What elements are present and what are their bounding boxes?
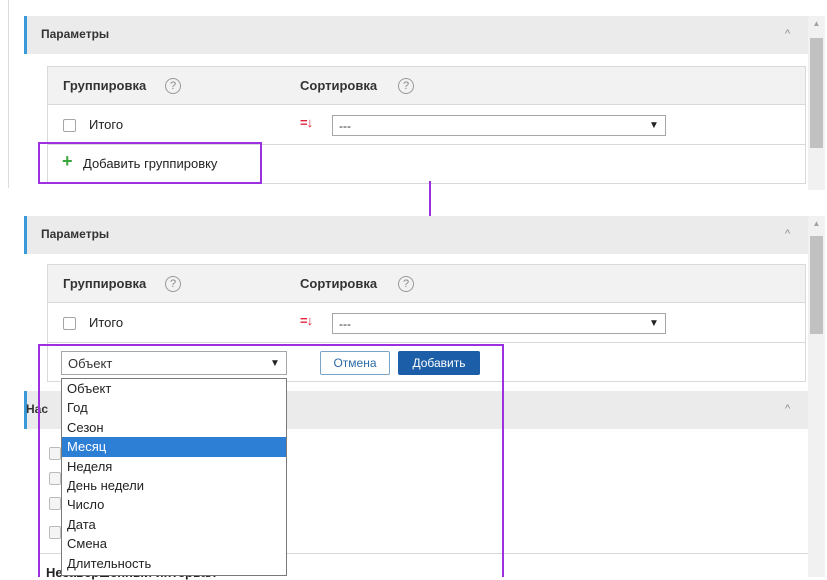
scroll-up-arrow-icon[interactable]: ▲ (808, 219, 825, 228)
help-icon[interactable]: ? (398, 276, 414, 292)
chevron-up-icon[interactable]: ^ (785, 403, 790, 415)
bottom-sorting-header: Сортировка (300, 276, 378, 291)
top-table-header: Группировка ? Сортировка ? (48, 67, 805, 105)
grouping-type-select[interactable]: Объект ▼ (61, 351, 287, 375)
sort-order-icon[interactable]: =↓ (300, 313, 313, 328)
grouping-type-select-value: Объект (68, 356, 113, 371)
top-sort-select-value: --- (339, 119, 351, 133)
bottom-row-itogo: Итого =↓ --- ▼ (48, 303, 805, 343)
top-grouping-header: Группировка (63, 78, 147, 93)
dropdown-option[interactable]: Длительность (62, 554, 286, 573)
help-icon[interactable]: ? (165, 78, 181, 94)
add-button[interactable]: Добавить (398, 351, 480, 375)
top-scrollbar[interactable]: ▲ (808, 16, 825, 190)
help-icon[interactable]: ? (398, 78, 414, 94)
grouping-type-dropdown[interactable]: Объект Год Сезон Месяц Неделя День недел… (61, 378, 287, 576)
dropdown-option[interactable]: Объект (62, 379, 286, 398)
bottom-scrollbar-thumb[interactable] (810, 236, 823, 334)
bottom-itogo-checkbox[interactable] (63, 317, 76, 330)
top-itogo-checkbox[interactable] (63, 119, 76, 132)
dropdown-option[interactable]: День недели (62, 476, 286, 495)
bottom-table-header: Группировка ? Сортировка ? (48, 265, 805, 303)
bottom-section-title: Параметры (41, 227, 110, 241)
dropdown-option-selected[interactable]: Месяц (62, 437, 286, 457)
add-grouping-link[interactable]: Добавить группировку (83, 156, 217, 171)
bottom-sort-select[interactable]: --- ▼ (332, 313, 666, 334)
top-itogo-label: Итого (89, 117, 124, 132)
cancel-button[interactable]: Отмена (320, 351, 390, 375)
top-panel-left-rule (8, 0, 9, 188)
help-icon[interactable]: ? (165, 276, 181, 292)
caret-down-icon: ▼ (649, 318, 659, 329)
bottom-itogo-label: Итого (89, 315, 124, 330)
dropdown-option[interactable]: Дата (62, 515, 286, 534)
bottom-scrollbar[interactable]: ▲ (808, 216, 825, 577)
top-sort-select[interactable]: --- ▼ (332, 115, 666, 136)
chevron-up-icon[interactable]: ^ (785, 28, 790, 40)
dropdown-option[interactable]: Сезон (62, 418, 286, 437)
top-section-header[interactable]: Параметры ^ (24, 16, 808, 54)
sort-order-icon[interactable]: =↓ (300, 115, 313, 130)
dropdown-option[interactable]: Смена (62, 534, 286, 553)
dropdown-option[interactable]: Число (62, 495, 286, 514)
top-row-itogo: Итого =↓ --- ▼ (48, 105, 805, 145)
bottom-grouping-header: Группировка (63, 276, 147, 291)
bottom-panel: Параметры ^ ▲ Группировка ? Сортировка ?… (0, 206, 827, 580)
top-scrollbar-thumb[interactable] (810, 38, 823, 148)
bottom-section-header[interactable]: Параметры ^ (24, 216, 808, 254)
chevron-up-icon[interactable]: ^ (785, 228, 790, 240)
plus-icon[interactable]: + (62, 151, 73, 172)
top-sorting-header: Сортировка (300, 78, 378, 93)
bottom-sort-select-value: --- (339, 317, 351, 331)
top-panel: Параметры ^ ▲ Группировка ? Сортировка ?… (0, 0, 827, 190)
dropdown-option[interactable]: Неделя (62, 457, 286, 476)
top-section-title: Параметры (41, 27, 110, 41)
caret-down-icon: ▼ (270, 358, 280, 369)
caret-down-icon: ▼ (649, 120, 659, 131)
dropdown-option[interactable]: Год (62, 398, 286, 417)
scroll-up-arrow-icon[interactable]: ▲ (808, 19, 825, 28)
